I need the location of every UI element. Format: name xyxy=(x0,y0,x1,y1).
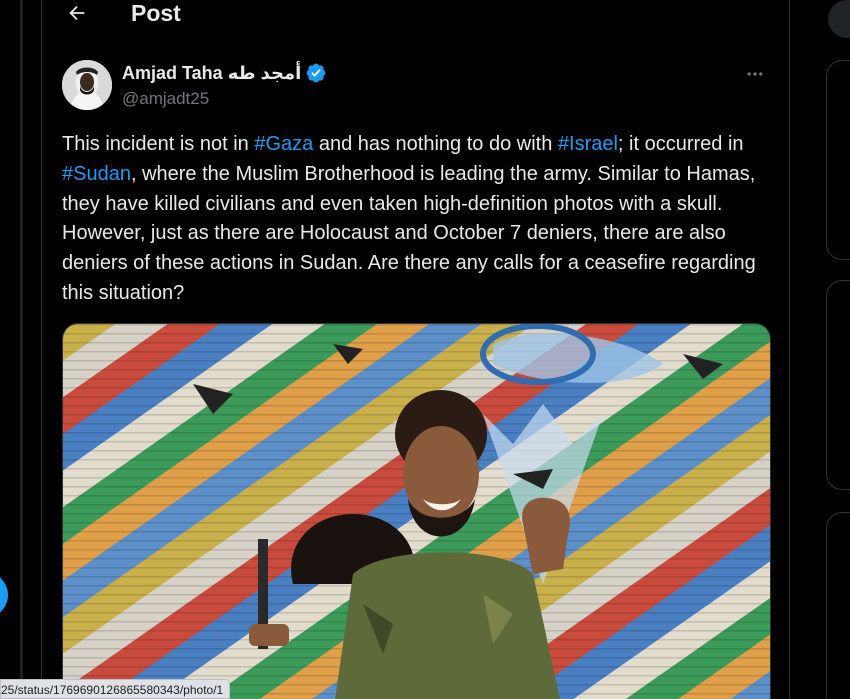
browser-status-url: 25/status/1769690126865580343/photo/1 xyxy=(0,679,231,699)
sidebar-card[interactable] xyxy=(826,280,850,490)
left-scrollbar[interactable] xyxy=(20,0,23,699)
tweet-text-segment: , where the Muslim Brotherhood is leadin… xyxy=(62,162,756,304)
tweet-text-segment: ; it occurred in xyxy=(617,133,744,155)
tweet-text: This incident is not in #Gaza and has no… xyxy=(62,130,774,309)
tweet-author-row: Amjad Taha أمجد طه @amjadt25 xyxy=(62,60,771,112)
avatar[interactable] xyxy=(62,60,112,110)
page-title: Post xyxy=(131,0,181,26)
hashtag-israel[interactable]: #Israel xyxy=(558,133,618,155)
compose-post-button[interactable] xyxy=(0,572,8,618)
back-arrow-icon xyxy=(69,5,85,21)
tweet-text-segment: This incident is not in xyxy=(62,133,255,155)
hashtag-gaza[interactable]: #Gaza xyxy=(254,133,313,155)
author-display-name[interactable]: Amjad Taha أمجد طه xyxy=(122,63,301,84)
left-nav-rail xyxy=(0,0,42,699)
hashtag-sudan[interactable]: #Sudan xyxy=(62,163,131,185)
page-header: Post xyxy=(42,0,789,48)
author-handle[interactable]: @amjadt25 xyxy=(122,89,209,109)
tweet-text-segment: and has nothing to do with xyxy=(313,133,558,155)
right-sidebar xyxy=(790,0,850,699)
main-column: Post Amjad Taha أمجد طه @amjadt25 This i… xyxy=(41,0,790,699)
search-button[interactable] xyxy=(828,0,850,38)
sidebar-card[interactable] xyxy=(826,512,850,699)
more-icon xyxy=(747,72,763,76)
author-name-row[interactable]: Amjad Taha أمجد طه xyxy=(122,62,327,84)
tweet-photo[interactable] xyxy=(62,323,771,699)
sidebar-card[interactable] xyxy=(826,60,850,260)
more-options-button[interactable] xyxy=(743,64,767,84)
back-button[interactable] xyxy=(60,0,94,30)
verified-badge-icon xyxy=(306,63,326,83)
